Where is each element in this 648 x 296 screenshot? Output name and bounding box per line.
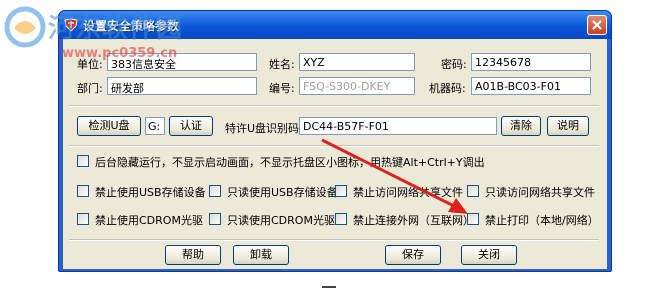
machine-code-field[interactable]: A01B-BC03-F01 <box>471 77 591 95</box>
separator <box>69 145 599 147</box>
option-checkbox-readonly-cdrom[interactable] <box>209 213 221 225</box>
option-label: 只读使用CDROM光驱 <box>227 214 335 227</box>
app-icon <box>64 18 78 32</box>
watermark-logo-icon <box>4 6 46 48</box>
option-label: 禁止打印（本地/网络） <box>485 214 599 227</box>
password-label: 密码: <box>441 58 467 71</box>
dept-label: 部门: <box>77 82 103 95</box>
window-title: 设置安全策略参数 <box>83 19 180 33</box>
unit-label: 单位: <box>77 58 103 71</box>
cursor-underscore <box>322 286 336 288</box>
unit-field[interactable]: 383信息安全 <box>107 53 257 71</box>
serial-field[interactable]: FSQ-S300-DKEY <box>299 77 415 95</box>
help-button[interactable]: 帮助 <box>165 245 221 265</box>
drive-letter-field[interactable]: G: <box>145 117 165 135</box>
option-label: 禁止使用CDROM光驱 <box>95 214 203 227</box>
option-checkbox-disable-share[interactable] <box>335 185 347 197</box>
save-button[interactable]: 保存 <box>385 245 441 265</box>
dialog-client-area: 单位: 383信息安全 姓名: XYZ 密码: 12345678 部门: 研发部… <box>63 39 607 269</box>
option-label: 禁止连接外网（互联网） <box>353 214 474 227</box>
separator <box>69 105 599 107</box>
dept-field[interactable]: 研发部 <box>107 77 257 95</box>
option-checkbox-disable-print[interactable] <box>467 213 479 225</box>
name-label: 姓名: <box>269 58 295 71</box>
serial-label: 编号: <box>269 82 295 95</box>
clear-button[interactable]: 清除 <box>501 116 541 136</box>
name-field[interactable]: XYZ <box>299 53 415 71</box>
close-window-button[interactable] <box>587 15 607 35</box>
uninstall-button[interactable]: 卸载 <box>233 245 289 265</box>
detect-usb-button[interactable]: 检测U盘 <box>77 116 141 136</box>
option-checkbox-disable-usb[interactable] <box>77 185 89 197</box>
help-text-button[interactable]: 说明 <box>547 116 589 136</box>
background-run-checkbox[interactable] <box>77 155 89 167</box>
option-label: 只读使用USB存储设备 <box>227 186 338 199</box>
close-button[interactable]: 关闭 <box>461 245 517 265</box>
close-icon <box>592 20 602 30</box>
password-field[interactable]: 12345678 <box>471 53 591 71</box>
dialog-window: 设置安全策略参数 单位: 383信息安全 姓名: XYZ 密码: 1234567… <box>58 10 612 272</box>
machine-code-label: 机器码: <box>429 82 466 95</box>
option-checkbox-disable-cdrom[interactable] <box>77 213 89 225</box>
option-label: 禁止使用USB存储设备 <box>95 186 206 199</box>
separator <box>69 239 599 241</box>
background-run-label: 后台隐藏运行，不显示启动画面，不显示托盘区小图标，用热键Alt+Ctrl+Y调出 <box>95 156 485 169</box>
option-checkbox-readonly-usb[interactable] <box>209 185 221 197</box>
option-checkbox-disable-internet[interactable] <box>335 213 347 225</box>
option-checkbox-readonly-share[interactable] <box>467 185 479 197</box>
special-usb-field[interactable]: DC44-B57F-F01 <box>299 117 497 135</box>
auth-button[interactable]: 认证 <box>169 116 213 136</box>
option-label: 禁止访问网络共享文件 <box>353 186 463 199</box>
title-bar[interactable]: 设置安全策略参数 <box>59 11 611 39</box>
special-usb-label: 特许U盘识别码: <box>225 122 303 135</box>
option-label: 只读访问网络共享文件 <box>485 186 595 199</box>
